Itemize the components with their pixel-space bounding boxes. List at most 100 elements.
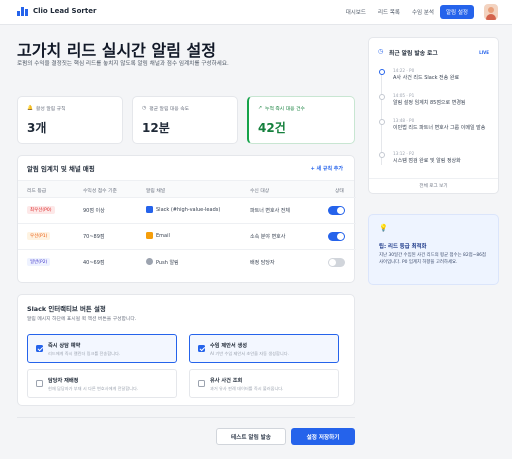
- alert-log-card: ◷ 최근 알림 발송 로그 LIVE 14:22 · P0 A사 사건 리드 S…: [368, 37, 499, 194]
- nav-item-dashboard[interactable]: 대시보드: [340, 5, 372, 19]
- option-title: 즉시 상담 예약: [48, 343, 81, 349]
- stat-card-active-rules: 🔔 활성 알림 규칙 3개: [17, 96, 123, 144]
- lightbulb-icon: 💡: [379, 224, 388, 232]
- channel-cell: Email: [156, 233, 170, 239]
- option-proposal[interactable]: 수임 제안서 생성 AI 기반 수임 제안서 초안을 자동 생성합니다.: [189, 334, 339, 363]
- checkbox[interactable]: [36, 380, 43, 387]
- table-row: 최우선(P0) 90점 이상 Slack (#high-value-leads)…: [18, 197, 356, 223]
- checkbox[interactable]: [36, 345, 43, 352]
- nav-item-lead-list[interactable]: 리드 목록: [372, 5, 406, 19]
- tip-title: 팁: 리드 등급 최적화: [379, 244, 427, 250]
- stat-card-response-speed: ◷ 평균 알림 대응 속도 12분: [132, 96, 238, 144]
- log-entry: 13:12 · P2 시스템 점검 완료 및 알림 정상화: [379, 151, 497, 173]
- score-cell: 70~89점: [83, 234, 105, 240]
- column-header: 수신 대상: [250, 189, 270, 194]
- score-cell: 40~69점: [83, 260, 105, 266]
- target-cell: 소속 분야 변호사: [250, 234, 286, 240]
- timeline-dot: [379, 152, 385, 158]
- card-subtitle: 알림 메시지 하단에 표시될 퀵 액션 버튼을 구성합니다.: [27, 317, 137, 322]
- log-text: 알림 설정 임계치 85점으로 변경됨: [393, 100, 466, 106]
- timeline-dot: [379, 94, 385, 100]
- main-nav: 대시보드 리드 목록 수임 분석 알림 설정: [340, 5, 474, 19]
- table-row: 일반(P2) 40~69점 Push 알림 배정 담당자: [18, 249, 356, 275]
- history-icon: ◷: [378, 48, 384, 55]
- slack-buttons-card: Slack 인터랙티브 버튼 설정 알림 메시지 하단에 표시될 퀵 액션 버튼…: [17, 294, 355, 406]
- view-all-logs-link[interactable]: 전체 로그 보기: [369, 183, 498, 189]
- save-settings-button[interactable]: 설정 저장하기: [291, 428, 355, 445]
- option-description: 과거 유사 판례 데이터를 즉시 불러옵니다.: [210, 386, 284, 391]
- target-cell: 파트너 변호사 전체: [250, 208, 290, 214]
- trend-up-icon: ↗: [258, 106, 263, 111]
- stat-value: 12분: [142, 121, 170, 135]
- log-text: 시스템 점검 완료 및 알림 정상화: [393, 158, 461, 164]
- grade-badge: 우선(P1): [27, 232, 51, 240]
- nav-item-analytics[interactable]: 수임 분석: [406, 5, 440, 19]
- option-instant-consult[interactable]: 즉시 상담 예약 리드에게 즉시 캘린더 링크를 전송합니다.: [27, 334, 177, 363]
- log-text: 이민법 리드 파트너 변호사 그룹 이메일 발송: [393, 125, 486, 131]
- option-title: 유사 사건 조회: [210, 378, 243, 384]
- grade-badge: 일반(P2): [27, 258, 51, 266]
- stat-label: 누적 즉시 대응 건수: [265, 107, 305, 112]
- rule-toggle[interactable]: [328, 258, 345, 267]
- app-logo-icon: [17, 7, 28, 16]
- push-notification-icon: [146, 258, 153, 265]
- checkbox[interactable]: [198, 380, 205, 387]
- divider: [17, 417, 355, 418]
- add-rule-button[interactable]: + 새 규칙 추가: [311, 165, 343, 172]
- tip-text: 지난 30일간 수임된 사건 리드의 평균 점수는 82점~86점 사이입니다.…: [379, 253, 486, 265]
- option-description: AI 기반 수임 제안서 초안을 자동 생성합니다.: [210, 351, 289, 356]
- live-badge: LIVE: [479, 50, 489, 55]
- page-description: 로펌의 수익을 결정짓는 핵심 리드를 놓치지 않도록 알림 채널과 점수 임계…: [17, 61, 229, 67]
- top-navigation-bar: Clio Lead Sorter 대시보드 리드 목록 수임 분석 알림 설정: [0, 0, 512, 25]
- column-header: 상태: [335, 189, 344, 194]
- slack-icon: [146, 206, 153, 213]
- checkbox[interactable]: [198, 345, 205, 352]
- option-title: 담당자 재배정: [48, 378, 79, 384]
- page-title: 고가치 리드 실시간 알림 설정: [17, 41, 216, 60]
- divider: [369, 178, 498, 179]
- column-header: 수익성 점수 기준: [83, 189, 117, 194]
- column-header: 알림 채널: [146, 189, 166, 194]
- option-reassign[interactable]: 담당자 재배정 현재 담당자가 부재 시 다른 변호사에게 전달합니다.: [27, 369, 177, 398]
- card-title: Slack 인터랙티브 버튼 설정: [27, 305, 106, 313]
- rule-toggle[interactable]: [328, 206, 345, 215]
- stat-card-instant-responses: ↗ 누적 즉시 대응 건수 42건: [247, 96, 355, 144]
- card-title: 알림 임계치 및 채널 매핑: [27, 165, 95, 173]
- app-name: Clio Lead Sorter: [33, 7, 97, 15]
- log-time: 13:12 · P2: [393, 151, 415, 156]
- timeline-dot: [379, 119, 385, 125]
- timeline-dot: [379, 69, 385, 75]
- send-test-alert-button[interactable]: 테스트 알림 발송: [216, 428, 286, 445]
- option-title: 수임 제안서 생성: [210, 343, 248, 349]
- user-avatar[interactable]: [484, 4, 498, 20]
- channel-cell: Push 알림: [156, 260, 179, 266]
- channel-cell: Slack (#high-value-leads): [156, 207, 221, 213]
- stat-value: 42건: [258, 121, 286, 135]
- option-description: 현재 담당자가 부재 시 다른 변호사에게 전달합니다.: [48, 386, 139, 391]
- log-time: 14:22 · P0: [393, 68, 415, 73]
- bell-icon: 🔔: [27, 106, 33, 111]
- rule-toggle[interactable]: [328, 232, 345, 241]
- table-header: 리드 등급 수익성 점수 기준 알림 채널 수신 대상 상태: [18, 180, 354, 197]
- option-similar-cases[interactable]: 유사 사건 조회 과거 유사 판례 데이터를 즉시 불러옵니다.: [189, 369, 339, 398]
- mail-icon: [146, 232, 153, 239]
- option-description: 리드에게 즉시 캘린더 링크를 전송합니다.: [48, 351, 121, 356]
- log-text: A사 사건 리드 Slack 전송 완료: [393, 75, 460, 81]
- column-header: 리드 등급: [27, 189, 47, 194]
- stat-value: 3개: [27, 121, 47, 135]
- tip-card: 💡 팁: 리드 등급 최적화 지난 30일간 수임된 사건 리드의 평균 점수는…: [368, 214, 499, 285]
- clock-icon: ◷: [142, 106, 147, 111]
- log-time: 14:05 · P1: [393, 93, 415, 98]
- log-time: 13:48 · P0: [393, 118, 415, 123]
- grade-badge: 최우선(P0): [27, 206, 55, 214]
- card-title: 최근 알림 발송 로그: [389, 51, 438, 57]
- log-entry: 14:22 · P0 A사 사건 리드 Slack 전송 완료: [379, 68, 497, 90]
- nav-item-alert-settings[interactable]: 알림 설정: [440, 5, 474, 19]
- stat-label: 활성 알림 규칙: [35, 107, 66, 112]
- threshold-mapping-card: 알림 임계치 및 채널 매핑 + 새 규칙 추가 리드 등급 수익성 점수 기준…: [17, 155, 356, 283]
- stat-label: 평균 알림 대응 속도: [149, 107, 190, 112]
- target-cell: 배정 담당자: [250, 260, 275, 266]
- log-entry: 14:05 · P1 알림 설정 임계치 85점으로 변경됨: [379, 93, 497, 115]
- score-cell: 90점 이상: [83, 208, 105, 214]
- log-entry: 13:48 · P0 이민법 리드 파트너 변호사 그룹 이메일 발송: [379, 118, 497, 146]
